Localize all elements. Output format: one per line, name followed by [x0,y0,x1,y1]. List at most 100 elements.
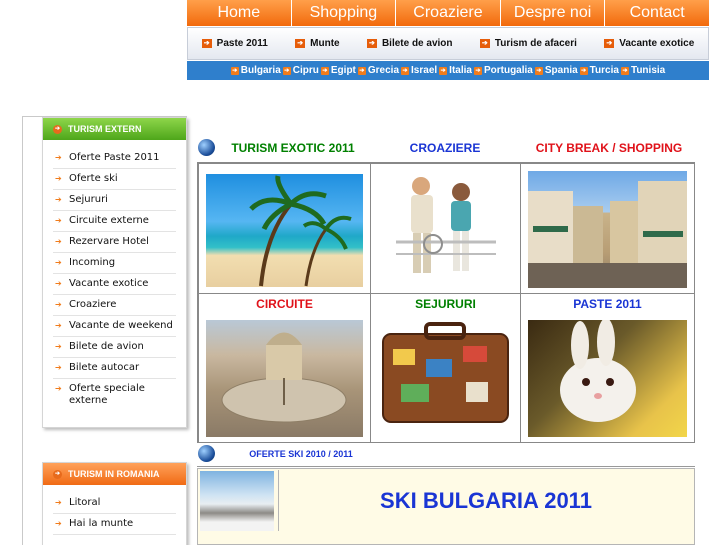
arrow-icon: ➔ [534,66,543,75]
nav-tab-home[interactable]: Home [187,0,292,27]
subnav-item-vacante-exotice[interactable]: ➔ Vacante exotice [604,38,694,49]
country-link-italia[interactable]: ➔ Italia [439,65,472,76]
nav-tab-despre-noi[interactable]: Despre noi [500,0,606,27]
country-bar: ➔ Bulgaria ➔ Cipru ➔ Egipt ➔ Grecia ➔ Israel … [187,61,709,80]
sidebar-title: TURISM EXTERN [68,124,142,134]
sidebar-item-litoral[interactable]: Litoral [53,493,176,514]
sidebar-list: Oferte Paste 2011 Oferte ski Sejururi Ci… [43,140,186,421]
offer-image-beach [206,174,363,287]
subnav-label: Vacante exotice [619,38,695,49]
arrow-icon: ➔ [230,66,239,75]
offer-card-city-break[interactable] [520,163,695,294]
offer-image-cruise-couple [371,164,520,293]
sidebar-item-sejururi[interactable]: Sejururi [53,190,176,211]
offer-card-exotic[interactable] [198,163,371,294]
subnav-item-paste[interactable]: ➔ Paste 2011 [201,38,268,49]
subnav-item-munte[interactable]: ➔ Munte [295,38,340,49]
arrow-icon: ➔ [53,124,62,134]
arrow-icon: ➔ [282,66,291,75]
top-navigation: Home Shopping Croaziere Despre noi Conta… [187,0,709,27]
nav-tab-croaziere[interactable]: Croaziere [396,0,501,27]
sidebar-item-oferte-paste[interactable]: Oferte Paste 2011 [53,148,176,169]
offer-card-croaziere[interactable] [370,163,521,294]
palm-tree-icon [249,175,352,287]
country-link-spania[interactable]: ➔ Spania [534,65,578,76]
arrow-icon: ➔ [620,66,629,75]
country-link-portugalia[interactable]: ➔ Portugalia [473,65,533,76]
sidebar-item-vacante-weekend[interactable]: Vacante de weekend [53,316,176,337]
couple-icon [396,177,496,273]
subnav-label: Munte [310,38,340,49]
country-label: Egipt [330,65,356,76]
sidebar-item-bilete-autocar[interactable]: Bilete autocar [53,358,176,379]
sidebar-item-hai-la-munte[interactable]: Hai la munte [53,514,176,535]
divider [197,466,695,467]
arrow-icon: ➔ [201,39,212,48]
sidebar-item-circuite-externe[interactable]: Circuite externe [53,211,176,232]
country-link-turcia[interactable]: ➔ Turcia [579,65,619,76]
country-label: Israel [411,65,438,76]
subnav-item-turism-afaceri[interactable]: ➔ Turism de afaceri [479,38,577,49]
country-label: Tunisia [630,65,666,76]
country-label: Spania [544,65,578,76]
sidebar-item-croaziere[interactable]: Croaziere [53,295,176,316]
sidebar-title: TURISM IN ROMANIA [68,469,160,479]
globe-icon [198,139,215,156]
country-link-egipt[interactable]: ➔ Egipt [320,65,356,76]
sidebar-turism-extern: ➔ TURISM EXTERN Oferte Paste 2011 Oferte … [42,117,187,428]
sidebar-turism-romania: ➔ TURISM IN ROMANIA Litoral Hai la munte [42,462,187,545]
sidebar-item-rezervare-hotel[interactable]: Rezervare Hotel [53,232,176,253]
offer-caption-paste: PASTE 2011 [573,297,642,311]
offer-image-bunny [528,320,687,437]
arrow-icon: ➔ [579,66,588,75]
section-title-city-break[interactable]: CITY BREAK / SHOPPING [520,141,698,155]
country-link-bulgaria[interactable]: ➔ Bulgaria [230,65,281,76]
subnav-label: Paste 2011 [216,38,268,49]
country-link-tunisia[interactable]: ➔ Tunisia [620,65,666,76]
sidebar-header: ➔ TURISM IN ROMANIA [43,463,186,485]
arrow-icon: ➔ [53,469,62,479]
sidebar-header: ➔ TURISM EXTERN [43,118,186,140]
country-link-cipru[interactable]: ➔ Cipru [282,65,319,76]
offer-image-suitcase [371,314,520,442]
sidebar-item-incoming[interactable]: Incoming [53,253,176,274]
sidebar-item-bilete-avion[interactable]: Bilete de avion [53,337,176,358]
country-label: Bulgaria [240,65,281,76]
page: Home Shopping Croaziere Despre noi Conta… [0,0,727,545]
street-icon [528,181,687,288]
arrow-icon: ➔ [473,66,482,75]
arrow-icon: ➔ [604,39,615,48]
sidebar-item-oferte-speciale[interactable]: Oferte speciale externe [53,379,176,411]
subnav-item-bilete-avion[interactable]: ➔ Bilete de avion [366,38,453,49]
offer-card-circuite[interactable]: CIRCUITE [198,293,371,443]
country-link-grecia[interactable]: ➔ Grecia [357,65,400,76]
arrow-icon: ➔ [479,39,490,48]
offer-image-vatican [206,320,363,437]
subnav-label: Bilete de avion [381,38,453,49]
offer-image-city-street [528,171,687,288]
suitcase-icon [382,322,509,423]
bunny-icon [560,320,636,422]
offer-card-paste[interactable]: PASTE 2011 [520,293,695,443]
section-title-turism-exotic[interactable]: TURISM EXOTIC 2011 [216,141,370,155]
arrow-icon: ➔ [357,66,366,75]
offer-card-sejururi[interactable]: SEJURURI [370,293,521,443]
nav-tab-contact[interactable]: Contact [605,0,709,27]
sidebar-item-oferte-ski[interactable]: Oferte ski [53,169,176,190]
arrow-icon: ➔ [401,66,410,75]
ski-resort-image [200,471,274,531]
sidebar-item-vacante-exotice[interactable]: Vacante exotice [53,274,176,295]
arrow-icon: ➔ [320,66,329,75]
country-label: Grecia [367,65,400,76]
section-title-croaziere[interactable]: CROAZIERE [370,141,520,155]
offers-grid: CIRCUITE SEJURURI PASTE 2011 [197,162,695,443]
ski-offer-title[interactable]: SKI BULGARIA 2011 [278,470,693,531]
country-link-israel[interactable]: ➔ Israel [401,65,437,76]
sidebar-list: Litoral Hai la munte [43,485,186,545]
nav-tab-shopping[interactable]: Shopping [291,0,397,27]
country-label: Turcia [589,65,619,76]
ski-offers-header[interactable]: OFERTE SKI 2010 / 2011 [216,449,386,459]
ski-offer-card[interactable]: SKI BULGARIA 2011 [197,468,695,545]
country-label: Portugalia [483,65,533,76]
sub-navigation: ➔ Paste 2011 ➔ Munte ➔ Bilete de avion ➔ Tur… [187,27,709,60]
